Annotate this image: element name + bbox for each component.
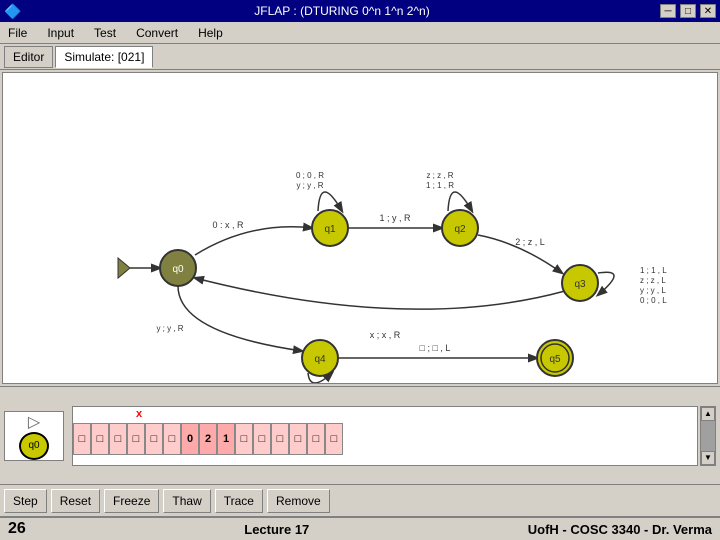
tab-simulate[interactable]: Simulate: [021] (55, 46, 153, 68)
window-controls[interactable]: ─ □ ✕ (660, 4, 716, 18)
svg-text:q5: q5 (549, 354, 561, 365)
menu-test[interactable]: Test (90, 24, 120, 42)
svg-text:q4: q4 (314, 354, 326, 365)
tape-display[interactable]: x □□□□□□021□□□□□□ (72, 406, 698, 466)
maximize-button[interactable]: □ (680, 4, 696, 18)
slide-number: 26 (8, 520, 26, 538)
svg-text:q2: q2 (454, 224, 466, 235)
tape-cell: □ (325, 423, 343, 455)
button-bar: Step Reset Freeze Thaw Trace Remove (0, 484, 720, 516)
bottom-panel: ▷ q0 x □□□□□□021□□□□□□ ▲ ▼ Ste (0, 386, 720, 516)
svg-text:0 : x , R: 0 : x , R (212, 220, 244, 230)
svg-text:1 ; y , R: 1 ; y , R (379, 213, 411, 223)
svg-text:z ; z , R: z ; z , R (426, 171, 453, 180)
svg-text:y ; y , R: y ; y , R (156, 324, 183, 333)
footer-center: Lecture 17 (244, 522, 309, 537)
step-button[interactable]: Step (4, 489, 47, 513)
svg-text:q3: q3 (574, 279, 586, 290)
tape-cell: □ (145, 423, 163, 455)
state-display: ▷ q0 (4, 411, 64, 461)
svg-text:0 ; 0 , R: 0 ; 0 , R (296, 171, 324, 180)
tape-cell: 1 (217, 423, 235, 455)
tape-cell: □ (91, 423, 109, 455)
main-area: 0 : x , R 0 ; 0 , R y ; y , R 1 ; y , R … (0, 70, 720, 516)
tape-cell: □ (109, 423, 127, 455)
tape-cell: □ (307, 423, 325, 455)
freeze-button[interactable]: Freeze (104, 489, 159, 513)
svg-text:1 ; 1 , R: 1 ; 1 , R (426, 181, 454, 190)
current-state: q0 (19, 432, 49, 460)
tab-editor[interactable]: Editor (4, 46, 53, 68)
tape-cursor: x (130, 407, 148, 421)
thaw-button[interactable]: Thaw (163, 489, 210, 513)
tape-cell: □ (235, 423, 253, 455)
tape-cell: □ (253, 423, 271, 455)
minimize-button[interactable]: ─ (660, 4, 676, 18)
remove-button[interactable]: Remove (267, 489, 330, 513)
reset-button[interactable]: Reset (51, 489, 100, 513)
footer: 26 Lecture 17 UofH - COSC 3340 - Dr. Ver… (0, 516, 720, 540)
trace-button[interactable]: Trace (215, 489, 263, 513)
menu-convert[interactable]: Convert (132, 24, 182, 42)
svg-text:q0: q0 (172, 264, 184, 275)
svg-text:y ; y , L: y ; y , L (640, 286, 666, 295)
close-button[interactable]: ✕ (700, 4, 716, 18)
svg-text:x ; x , R: x ; x , R (370, 330, 401, 340)
scroll-track[interactable] (701, 421, 715, 451)
menu-file[interactable]: File (4, 24, 31, 42)
svg-text:1 ; 1 , L: 1 ; 1 , L (640, 266, 667, 275)
svg-text:□ ; □ , L: □ ; □ , L (420, 343, 451, 353)
menu-bar: File Input Test Convert Help (0, 22, 720, 44)
tape-cell: □ (73, 423, 91, 455)
tape-cell: □ (163, 423, 181, 455)
tape-cell: □ (289, 423, 307, 455)
turing-diagram: 0 : x , R 0 ; 0 , R y ; y , R 1 ; y , R … (3, 73, 717, 383)
svg-text:0 ; 0 , L: 0 ; 0 , L (640, 296, 667, 305)
toolbar: Editor Simulate: [021] (0, 44, 720, 70)
tape-area: ▷ q0 x □□□□□□021□□□□□□ ▲ ▼ (0, 387, 720, 484)
tape-cell: 2 (199, 423, 217, 455)
menu-input[interactable]: Input (43, 24, 78, 42)
tape-cell: □ (127, 423, 145, 455)
tape-cell: 0 (181, 423, 199, 455)
svg-text:z ; z , L: z ; z , L (640, 276, 666, 285)
title-bar: 🔷 JFLAP : (DTURING 0^n 1^n 2^n) ─ □ ✕ (0, 0, 720, 22)
svg-text:q1: q1 (324, 224, 336, 235)
svg-text:2 ; z , L: 2 ; z , L (515, 237, 545, 247)
tape-cells: □□□□□□021□□□□□□ (73, 423, 343, 455)
footer-right: UofH - COSC 3340 - Dr. Verma (528, 522, 712, 537)
scroll-down-button[interactable]: ▼ (701, 451, 715, 465)
svg-text:y ; y , R: y ; y , R (296, 181, 323, 190)
window-title: JFLAP : (DTURING 0^n 1^n 2^n) (24, 4, 660, 18)
menu-help[interactable]: Help (194, 24, 227, 42)
tape-cell: □ (271, 423, 289, 455)
diagram-area: 0 : x , R 0 ; 0 , R y ; y , R 1 ; y , R … (2, 72, 718, 384)
scroll-up-button[interactable]: ▲ (701, 407, 715, 421)
start-arrow-icon: ▷ (28, 412, 40, 432)
tape-scrollbar[interactable]: ▲ ▼ (700, 406, 716, 466)
